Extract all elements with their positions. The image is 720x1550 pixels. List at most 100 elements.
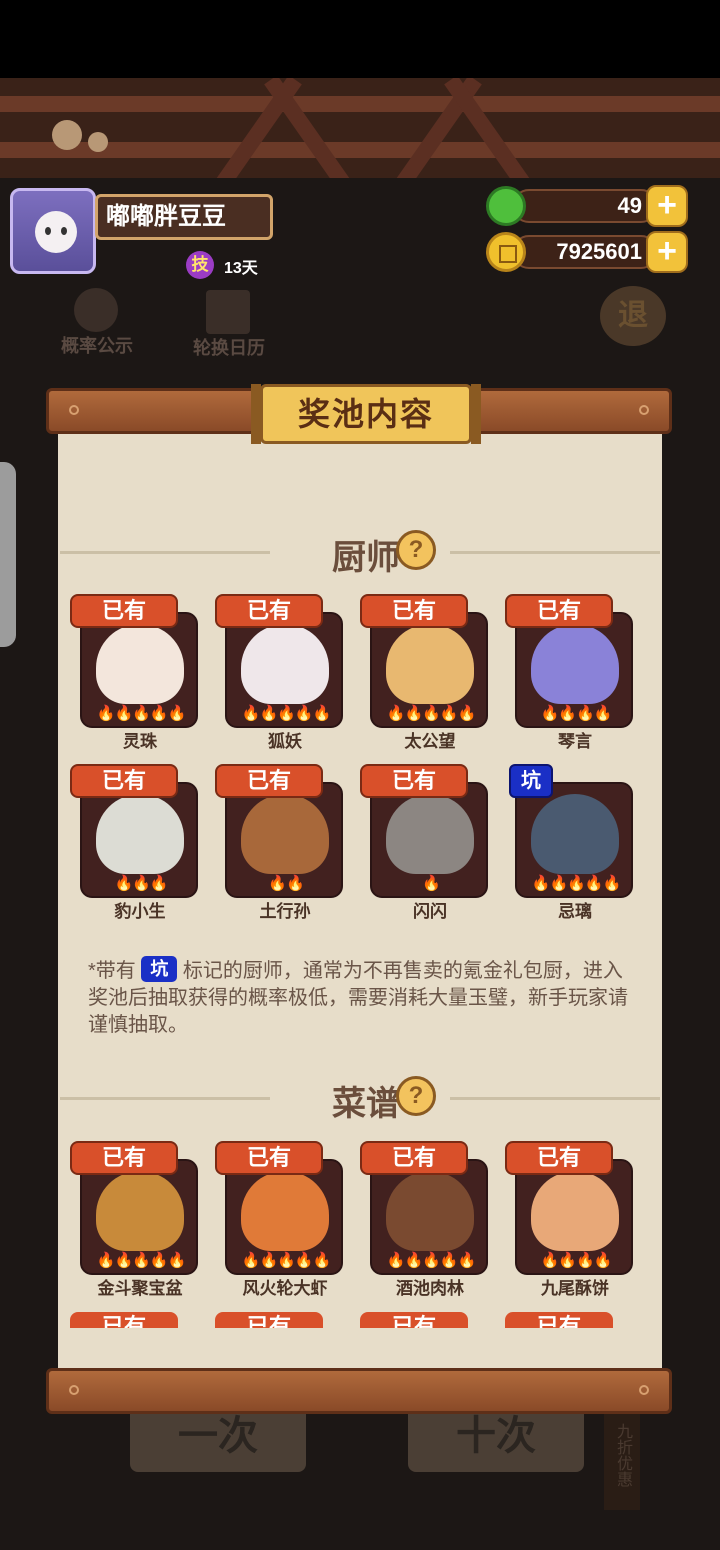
next-row-clipped: 已有 已有 已有 已有 — [58, 1312, 662, 1328]
chef-section-title: 厨师 — [332, 539, 400, 577]
flame-rating-icon: 🔥🔥 — [268, 874, 304, 892]
recipe-section-title: 菜谱 — [332, 1085, 400, 1123]
probability-button[interactable]: 概率公示 — [52, 332, 142, 358]
chick-decoration — [52, 120, 82, 150]
chef-name: 琴言 — [558, 732, 592, 751]
owned-badge: 已有 — [360, 764, 468, 798]
avatar-face — [35, 211, 77, 253]
chef-name: 土行孙 — [259, 902, 311, 921]
recipe-name: 酒池肉林 — [396, 1279, 464, 1298]
chef-help-icon[interactable]: ? — [396, 530, 436, 570]
exit-button[interactable]: 退 — [600, 286, 666, 346]
chef-portrait-frame: 🔥🔥🔥🔥🔥 — [225, 612, 343, 728]
calendar-icon — [206, 290, 250, 334]
roof-beams — [0, 78, 720, 178]
discount-label: 九折优惠 — [604, 1400, 640, 1510]
skill-days: 13天 — [224, 260, 258, 277]
chef-portrait — [531, 794, 619, 874]
leaf-count: 49 — [512, 189, 658, 223]
chef-card[interactable]: 🔥🔥 已有土行孙 — [215, 764, 345, 921]
recipe-portrait — [241, 1171, 329, 1251]
owned-badge: 已有 — [215, 764, 323, 798]
flame-rating-icon: 🔥🔥🔥🔥🔥 — [386, 1251, 476, 1269]
flame-rating-icon: 🔥🔥🔥🔥🔥 — [96, 1251, 186, 1269]
recipe-portrait — [386, 1171, 474, 1251]
recipe-name: 风火轮大虾 — [242, 1279, 328, 1298]
recipe-name: 金斗聚宝盆 — [97, 1279, 183, 1298]
rotation-calendar-button[interactable]: 轮换日历 — [184, 334, 274, 360]
recipe-card[interactable]: 🔥🔥🔥🔥🔥 已有金斗聚宝盆 — [70, 1141, 200, 1298]
add-coins-button[interactable]: + — [646, 231, 688, 273]
chef-name: 灵珠 — [123, 732, 157, 751]
recipe-card[interactable]: 🔥🔥🔥🔥 已有九尾酥饼 — [505, 1141, 635, 1298]
chef-portrait-frame: 🔥🔥🔥🔥🔥 — [515, 782, 633, 898]
flame-rating-icon: 🔥🔥🔥🔥🔥 — [531, 874, 621, 892]
recipe-card[interactable]: 🔥🔥🔥🔥🔥 已有 风火轮大虾 — [215, 1141, 345, 1298]
owned-badge: 已有 — [360, 1141, 468, 1175]
recipe-help-icon[interactable]: ? — [396, 1076, 436, 1116]
percent-icon — [74, 288, 118, 332]
pit-badge: 坑 — [509, 764, 553, 798]
chef-card[interactable]: 🔥🔥🔥🔥🔥 已有 狐妖 — [215, 594, 345, 751]
flame-rating-icon: 🔥 — [422, 874, 441, 892]
chef-portrait — [96, 794, 184, 874]
chef-portrait — [96, 624, 184, 704]
owned-badge: 已有 — [505, 594, 613, 628]
panel-title: 奖池内容 — [251, 384, 481, 444]
status-bar-area — [0, 0, 720, 78]
chef-section-header: 厨师 ? — [60, 526, 660, 577]
flame-rating-icon: 🔥🔥🔥🔥🔥 — [241, 704, 331, 722]
recipe-section-header: 菜谱 ? — [60, 1072, 660, 1123]
pit-note: *带有 坑 标记的厨师，通常为不再售卖的氪金礼包厨，进入奖池后抽取获得的概率极低… — [88, 956, 640, 1039]
chef-portrait — [531, 624, 619, 704]
owned-badge: 已有 — [70, 1141, 178, 1175]
chef-name: 忌璃 — [558, 902, 592, 921]
side-drawer-handle[interactable] — [0, 462, 16, 647]
flame-rating-icon: 🔥🔥🔥🔥🔥 — [386, 704, 476, 722]
chef-card[interactable]: 🔥🔥🔥🔥 已有琴言 — [505, 594, 635, 751]
pit-badge-inline: 坑 — [141, 956, 178, 982]
chef-name: 豹小生 — [114, 902, 166, 921]
chef-portrait-frame: 🔥 — [370, 782, 488, 898]
owned-badge: 已有 — [215, 594, 323, 628]
chef-portrait-frame: 🔥🔥🔥🔥🔥 — [80, 612, 198, 728]
chef-portrait — [386, 794, 474, 874]
chef-card[interactable]: 🔥🔥🔥🔥🔥 已有太公望 — [360, 594, 490, 751]
chef-portrait-frame: 🔥🔥 — [225, 782, 343, 898]
flame-rating-icon: 🔥🔥🔥🔥🔥 — [241, 1251, 331, 1269]
owned-badge: 已有 — [215, 1312, 323, 1328]
chick-decoration — [88, 132, 108, 152]
beam — [0, 96, 720, 112]
note-prefix: *带有 — [88, 960, 136, 982]
scroll-rod-bottom — [46, 1368, 672, 1414]
skill-icon: 技 — [186, 251, 214, 279]
owned-badge: 已有 — [70, 764, 178, 798]
chef-card[interactable]: 🔥 已有闪闪 — [360, 764, 490, 921]
owned-badge: 已有 — [70, 1312, 178, 1328]
owned-badge: 已有 — [360, 594, 468, 628]
chef-portrait-frame: 🔥🔥🔥🔥🔥 — [370, 612, 488, 728]
recipe-portrait-frame: 🔥🔥🔥🔥 — [515, 1159, 633, 1275]
add-leaves-button[interactable]: + — [646, 185, 688, 227]
owned-badge: 已有 — [360, 1312, 468, 1328]
chef-card[interactable]: 🔥🔥🔥 已有豹小生 — [70, 764, 200, 921]
owned-badge: 已有 — [505, 1141, 613, 1175]
flame-rating-icon: 🔥🔥🔥 — [114, 874, 168, 892]
flame-rating-icon: 🔥🔥🔥🔥🔥 — [96, 704, 186, 722]
coin-icon — [486, 232, 526, 272]
player-avatar[interactable] — [10, 188, 96, 274]
recipe-portrait-frame: 🔥🔥🔥🔥🔥 — [370, 1159, 488, 1275]
flame-rating-icon: 🔥🔥🔥🔥 — [540, 704, 613, 722]
recipe-card[interactable]: 🔥🔥🔥🔥🔥 已有酒池肉林 — [360, 1141, 490, 1298]
recipe-portrait — [531, 1171, 619, 1251]
chef-portrait — [241, 794, 329, 874]
beam — [264, 78, 352, 178]
chef-card[interactable]: 🔥🔥🔥🔥🔥 坑忌璃 — [505, 764, 635, 921]
owned-badge: 已有 — [70, 594, 178, 628]
recipe-name: 九尾酥饼 — [541, 1279, 609, 1298]
coin-count: 7925601 — [512, 235, 658, 269]
chef-name: 闪闪 — [413, 902, 447, 921]
chef-portrait-frame: 🔥🔥🔥 — [80, 782, 198, 898]
chef-card[interactable]: 🔥🔥🔥🔥🔥 已有灵珠 — [70, 594, 200, 751]
chef-name: 太公望 — [404, 732, 456, 751]
